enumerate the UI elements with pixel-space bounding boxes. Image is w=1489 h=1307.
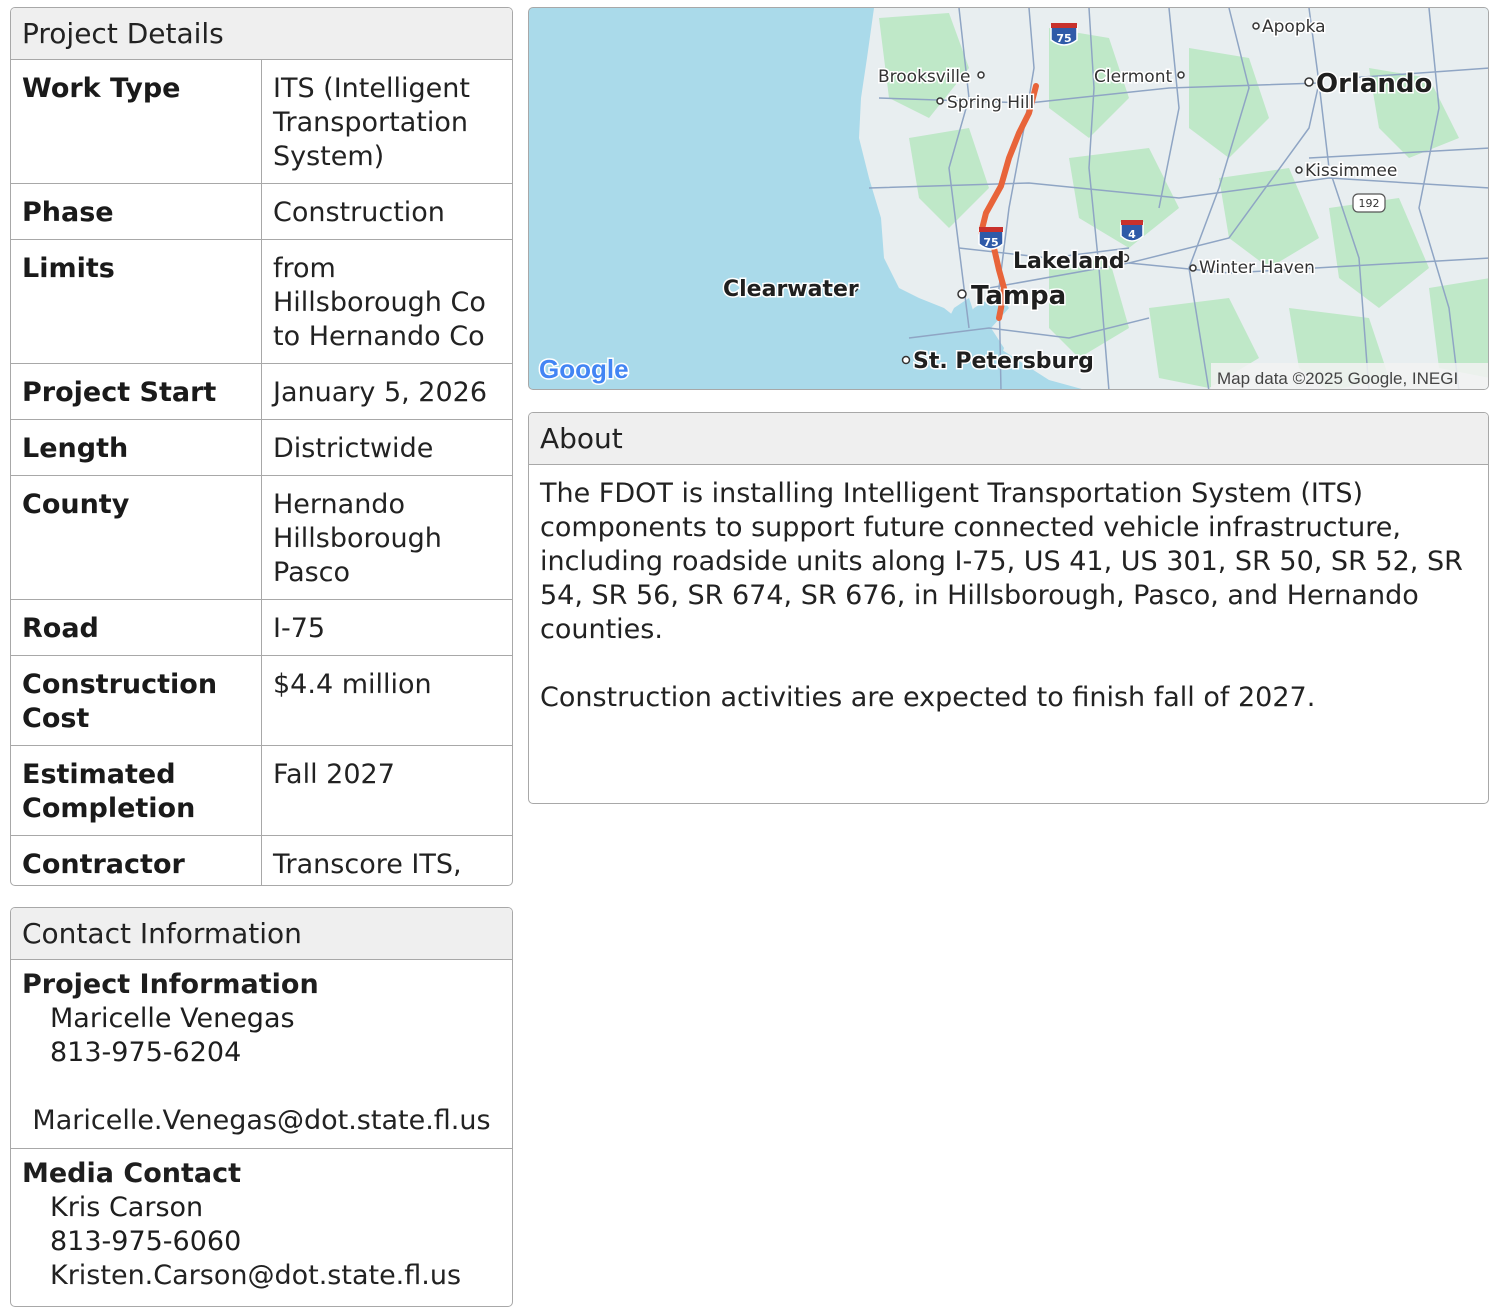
- shield-number: 192: [1359, 197, 1380, 210]
- row-label: Construction Cost: [11, 655, 262, 746]
- row-value: January 5, 2026: [261, 363, 512, 420]
- row-value: Districtwide: [261, 419, 512, 476]
- row-value: Construction: [261, 183, 512, 240]
- row-value: $4.4 million: [261, 655, 512, 746]
- about-panel: About The FDOT is installing Intelligent…: [528, 412, 1489, 804]
- contact-email-link[interactable]: Kristen.Carson@dot.state.fl.us: [50, 1260, 461, 1291]
- map-attribution: Map data ©2025 Google, INEGI: [1217, 369, 1458, 388]
- map-canvas[interactable]: 75 75 4 192 Apopka Brooksville Clermont …: [529, 8, 1489, 390]
- row-value: Hernando Hillsborough Pasco: [261, 475, 512, 600]
- project-details-table: Work Type ITS (Intelligent Transportatio…: [11, 60, 512, 885]
- row-value: ITS (Intelligent Transportation System): [273, 73, 470, 172]
- shield-number: 4: [1128, 228, 1136, 241]
- interstate-shield-4: 4: [1120, 220, 1144, 242]
- about-paragraph: The FDOT is installing Intelligent Trans…: [540, 478, 1463, 645]
- table-row: Phase Construction: [11, 183, 512, 240]
- project-information-contact: Project Information Maricelle Venegas 81…: [11, 960, 512, 1149]
- table-row: Project Start January 5, 2026: [11, 363, 512, 420]
- city-label-clermont: Clermont: [1094, 67, 1172, 87]
- row-label: Limits: [11, 239, 262, 364]
- google-logo[interactable]: Google: [538, 353, 631, 386]
- shield-number: 75: [1056, 32, 1071, 45]
- city-label-orlando: Orlando: [1316, 69, 1432, 99]
- table-row: Contractor Transcore ITS, LLC: [11, 835, 512, 885]
- contact-phone[interactable]: 813-975-6204: [22, 1036, 501, 1070]
- row-value: from Hillsborough Co to Hernando Co: [261, 239, 512, 364]
- row-label: Road: [11, 599, 262, 656]
- table-row: Road I-75: [11, 599, 512, 656]
- project-map[interactable]: 75 75 4 192 Apopka Brooksville Clermont …: [528, 7, 1489, 390]
- row-label: Contractor: [11, 835, 262, 885]
- contact-section-label: Project Information: [22, 969, 319, 1000]
- row-label: County: [11, 475, 262, 600]
- city-label-st-petersburg: St. Petersburg: [913, 349, 1094, 374]
- city-label-clearwater: Clearwater: [723, 277, 859, 302]
- city-label-winter-haven: Winter Haven: [1199, 258, 1315, 278]
- row-label: Work Type: [11, 60, 262, 184]
- project-details-panel: Project Details Work Type ITS (Intellige…: [10, 7, 513, 886]
- city-label-apopka: Apopka: [1262, 17, 1326, 37]
- city-label-kissimmee: Kissimmee: [1305, 161, 1397, 181]
- contact-phone[interactable]: 813-975-6060: [22, 1225, 501, 1259]
- city-label-spring-hill: Spring Hill: [947, 93, 1034, 113]
- interstate-shield-75: 75: [1050, 23, 1078, 46]
- about-paragraph: Construction activities are expected to …: [540, 682, 1316, 713]
- row-value: Transcore ITS, LLC: [261, 835, 512, 885]
- contact-name: Maricelle Venegas: [50, 1003, 295, 1034]
- row-value: Fall 2027: [261, 745, 512, 836]
- row-label: Estimated Completion: [11, 745, 262, 836]
- row-label: Project Start: [11, 363, 262, 420]
- city-label-lakeland: Lakeland: [1013, 249, 1125, 274]
- row-value: I-75: [261, 599, 512, 656]
- contact-information-title: Contact Information: [11, 908, 512, 960]
- table-row: Estimated Completion Fall 2027: [11, 745, 512, 836]
- city-label-brooksville: Brooksville: [878, 67, 970, 87]
- about-title: About: [529, 413, 1488, 465]
- row-label: Length: [11, 419, 262, 476]
- contact-name: Kris Carson: [50, 1192, 204, 1223]
- contact-email-link[interactable]: Maricelle.Venegas@dot.state.fl.us: [32, 1105, 490, 1136]
- row-label: Phase: [11, 183, 262, 240]
- interstate-shield-75: 75: [978, 227, 1004, 250]
- us-route-shield-192: 192: [1352, 193, 1386, 213]
- contact-section-label: Media Contact: [22, 1158, 242, 1189]
- contact-information-panel: Contact Information Project Information …: [10, 907, 513, 1307]
- project-details-title: Project Details: [11, 8, 512, 60]
- table-row: County Hernando Hillsborough Pasco: [11, 475, 512, 600]
- city-label-tampa: Tampa: [971, 281, 1066, 311]
- about-body: The FDOT is installing Intelligent Trans…: [529, 465, 1488, 761]
- table-row: Length Districtwide: [11, 419, 512, 476]
- table-row: Work Type ITS (Intelligent Transportatio…: [11, 60, 512, 184]
- table-row: Construction Cost $4.4 million: [11, 655, 512, 746]
- shield-number: 75: [983, 236, 998, 249]
- table-row: Limits from Hillsborough Co to Hernando …: [11, 239, 512, 364]
- media-contact: Media Contact Kris Carson 813-975-6060 K…: [11, 1149, 512, 1303]
